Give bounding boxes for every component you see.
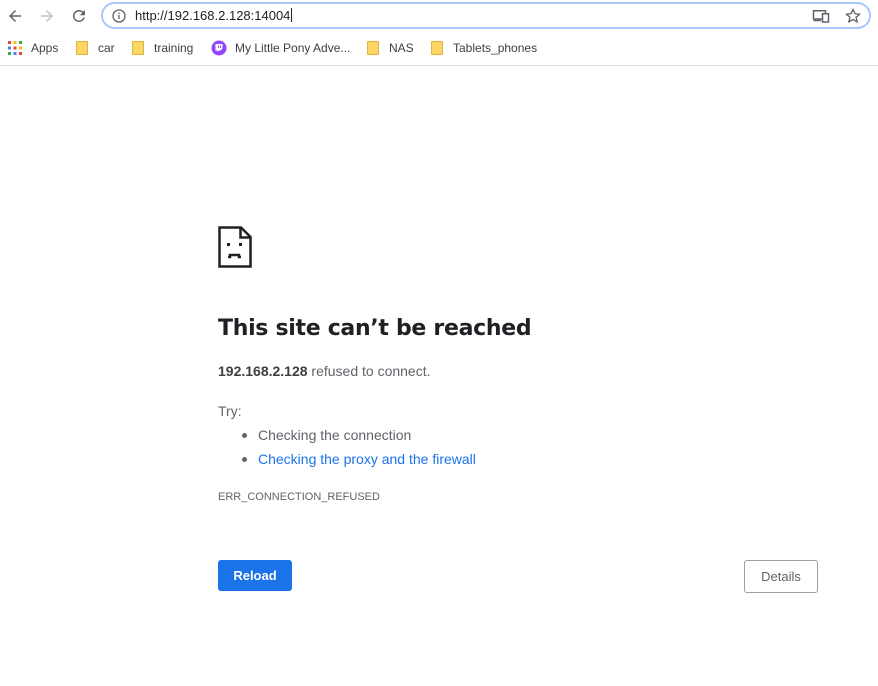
page-title: This site can’t be reached — [218, 316, 532, 341]
sad-page-icon — [218, 226, 252, 268]
url-text[interactable]: http://192.168.2.128:14004 — [135, 8, 293, 24]
forward-arrow-icon — [41, 10, 53, 22]
reload-button[interactable]: Reload — [218, 560, 292, 591]
suggestion-proxy-firewall-link[interactable]: Checking the proxy and the firewall — [242, 450, 476, 474]
twitch-icon — [211, 40, 227, 56]
forward-button[interactable] — [34, 3, 60, 29]
bookmarks-bar: Apps car training My Little Pony Adve...… — [0, 34, 878, 62]
error-code: ERR_CONNECTION_REFUSED — [218, 491, 380, 503]
reload-toolbar-button[interactable] — [66, 3, 92, 29]
address-bar[interactable]: http://192.168.2.128:14004 — [101, 2, 871, 29]
toolbar-divider — [0, 65, 878, 66]
folder-icon — [74, 40, 90, 56]
error-host: 192.168.2.128 — [218, 363, 308, 379]
bookmark-label: Apps — [31, 41, 59, 55]
refresh-icon — [72, 9, 85, 22]
folder-icon — [365, 40, 381, 56]
browser-toolbar: http://192.168.2.128:14004 — [0, 0, 878, 32]
try-label: Try: — [218, 403, 242, 419]
folder-icon — [130, 40, 146, 56]
bookmark-label: NAS — [389, 41, 414, 55]
cast-button[interactable] — [811, 7, 831, 25]
bookmark-label: car — [98, 41, 115, 55]
text-caret — [291, 8, 293, 22]
suggestion-connection: Checking the connection — [242, 426, 476, 450]
details-button[interactable]: Details — [744, 560, 818, 593]
apps-grid-icon — [8, 41, 22, 55]
bookmark-car[interactable]: car — [74, 38, 115, 58]
bookmark-tablets-phones[interactable]: Tablets_phones — [429, 38, 537, 58]
bookmark-label: My Little Pony Adve... — [235, 41, 351, 55]
error-message-text: refused to connect. — [311, 363, 431, 379]
error-message: 192.168.2.128 refused to connect. — [218, 363, 431, 379]
bookmark-my-little-pony[interactable]: My Little Pony Adve... — [211, 38, 350, 58]
bookmark-label: training — [154, 41, 194, 55]
back-button[interactable] — [2, 3, 28, 29]
suggestions-list: Checking the connection Checking the pro… — [242, 426, 476, 474]
star-icon — [845, 8, 861, 23]
device-icon — [812, 10, 830, 23]
back-arrow-icon — [9, 10, 21, 22]
bookmark-apps[interactable]: Apps — [7, 38, 58, 58]
bookmark-training[interactable]: training — [130, 38, 193, 58]
info-icon[interactable] — [111, 8, 127, 24]
bookmark-nas[interactable]: NAS — [365, 38, 414, 58]
bookmark-star-button[interactable] — [843, 7, 863, 25]
bookmark-label: Tablets_phones — [453, 41, 538, 55]
folder-icon — [429, 40, 445, 56]
